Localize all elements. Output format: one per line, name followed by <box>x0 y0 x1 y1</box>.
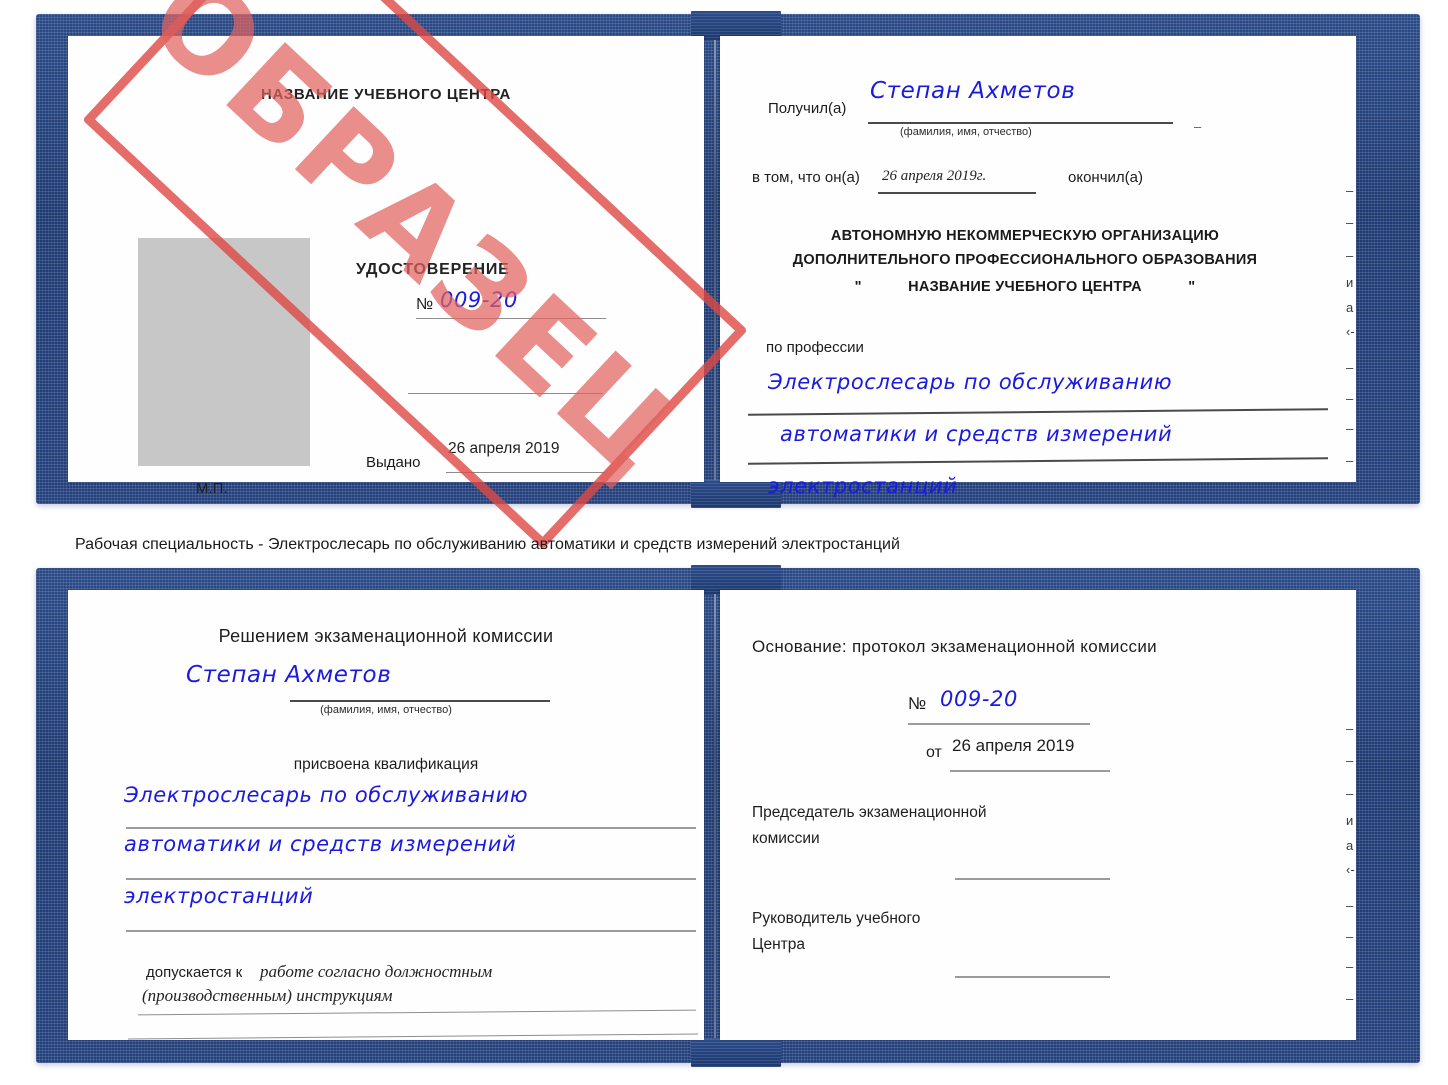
edge-fragment: – <box>1346 991 1354 1006</box>
top-left-page: НАЗВАНИЕ УЧЕБНОГО ЦЕНТРА УДОСТОВЕРЕНИЕ №… <box>68 36 704 497</box>
finished-label: окончил(а) <box>1068 169 1143 186</box>
commission-name-value: Степан Ахметов <box>186 662 392 688</box>
qualification-line-3: электростанций <box>124 884 314 908</box>
head-signature-rule <box>955 976 1110 978</box>
edge-fragment: и <box>1346 813 1354 828</box>
received-rule <box>868 122 1173 124</box>
document-type-title: УДОСТОВЕРЕНИЕ <box>356 261 510 278</box>
edge-fragment: и <box>1346 275 1354 290</box>
admitted-label: допускается к <box>146 964 243 981</box>
admitted-value-line-2: (производственным) инструкциям <box>142 986 393 1005</box>
commission-decision-title: Решением экзаменационной комиссии <box>218 626 554 646</box>
edge-fragment: – <box>1346 215 1354 230</box>
org-name-line-1: АВТОНОМНУЮ НЕКОММЕРЧЕСКУЮ ОРГАНИЗАЦИЮ <box>830 228 1220 244</box>
profession-line-2: автоматики и средств измерений <box>780 422 1173 446</box>
edge-fragment: – <box>1346 898 1354 913</box>
admitted-rule-1 <box>138 1009 696 1016</box>
edge-fragment: – <box>1346 391 1354 406</box>
org-quote-close: " <box>1188 279 1196 295</box>
admitted-value-line-1: работе согласно должностным <box>260 962 493 981</box>
protocol-number-symbol: № <box>908 694 927 713</box>
certificate-book-bottom: Решением экзаменационной комиссии Степан… <box>36 565 1420 1067</box>
issued-label: Выдано <box>366 454 421 471</box>
received-name-value: Степан Ахметов <box>870 78 1076 104</box>
in-that-label: в том, что он(а) <box>752 169 860 186</box>
in-that-rule <box>878 192 1036 194</box>
edge-fragment: – <box>1346 360 1354 375</box>
number-symbol: № <box>416 296 434 313</box>
admitted-rule-2 <box>128 1033 698 1040</box>
edge-dash-a: – <box>1194 119 1202 134</box>
protocol-date-prefix: от <box>926 744 942 761</box>
profession-label: по профессии <box>766 339 864 356</box>
protocol-number-value: 009-20 <box>940 687 1018 711</box>
protocol-number-rule <box>908 723 1090 725</box>
number-rule <box>416 318 606 319</box>
chairman-label-line-1: Председатель экзаменационной <box>752 804 987 821</box>
fio-hint-bottom: (фамилия, имя, отчество) <box>320 704 452 716</box>
received-label: Получил(а) <box>768 100 847 117</box>
profession-rule-1 <box>748 408 1328 416</box>
book2-bottom-tab <box>691 1039 781 1067</box>
chairman-signature-rule <box>955 878 1110 880</box>
edge-fragment: – <box>1346 721 1354 736</box>
org-quote-open: " <box>854 279 862 295</box>
profession-rule-2 <box>748 457 1328 465</box>
photo-placeholder <box>138 238 310 466</box>
head-label-line-1: Руководитель учебного <box>752 910 921 927</box>
certificate-book-top: НАЗВАНИЕ УЧЕБНОГО ЦЕНТРА УДОСТОВЕРЕНИЕ №… <box>36 11 1420 508</box>
edge-fragment: – <box>1346 248 1354 263</box>
training-center-title: НАЗВАНИЕ УЧЕБНОГО ЦЕНТРА <box>261 86 511 103</box>
head-label-line-2: Центра <box>752 936 805 953</box>
protocol-date-value: 26 апреля 2019 <box>952 736 1075 755</box>
blank-rule-1 <box>408 393 603 394</box>
edge-fragment: ‹- <box>1346 862 1355 877</box>
book-spine-bottom <box>714 594 716 1038</box>
edge-fragment: а <box>1346 300 1354 315</box>
qualification-rule-2 <box>126 878 696 880</box>
qualification-line-2: автоматики и средств измерений <box>124 832 517 856</box>
edge-fragment: – <box>1346 786 1354 801</box>
issued-rule <box>446 472 606 473</box>
org-name-line-3: НАЗВАНИЕ УЧЕБНОГО ЦЕНТРА <box>908 279 1142 295</box>
profession-line-3: электростанций <box>768 474 958 498</box>
qualification-rule-3 <box>126 930 696 932</box>
qualification-rule-1 <box>126 827 696 829</box>
protocol-date-rule <box>950 770 1110 772</box>
org-name-line-2: ДОПОЛНИТЕЛЬНОГО ПРОФЕССИОНАЛЬНОГО ОБРАЗО… <box>792 252 1258 268</box>
qualification-label: присвоена квалификация <box>293 756 479 773</box>
in-that-date-value: 26 апреля 2019г. <box>882 168 987 184</box>
seal-place-label: М.П. <box>196 480 228 497</box>
edge-fragment: – <box>1346 929 1354 944</box>
issued-date-value: 26 апреля 2019 <box>448 440 560 457</box>
fio-hint-top: (фамилия, имя, отчество) <box>900 126 1032 138</box>
profession-line-1: Электрослесарь по обслуживанию <box>768 370 1173 394</box>
qualification-line-1: Электрослесарь по обслуживанию <box>124 783 529 807</box>
bottom-right-page: Основание: протокол экзаменационной коми… <box>720 590 1356 1040</box>
bottom-left-page: Решением экзаменационной комиссии Степан… <box>68 590 704 1040</box>
edge-fragment: ‹- <box>1346 324 1355 339</box>
page-caption: Рабочая специальность - Электрослесарь п… <box>75 536 900 553</box>
edge-fragment: – <box>1346 421 1354 436</box>
edge-fragment: – <box>1346 753 1354 768</box>
edge-fragment: – <box>1346 183 1354 198</box>
book-spine-top <box>714 40 716 480</box>
basis-label: Основание: протокол экзаменационной коми… <box>752 637 1157 656</box>
edge-fragment: – <box>1346 453 1354 468</box>
commission-name-rule <box>290 700 550 702</box>
chairman-label-line-2: комиссии <box>752 830 820 847</box>
edge-fragment: – <box>1346 959 1354 974</box>
certificate-number-value: 009-20 <box>440 288 518 312</box>
top-right-page: Получил(а) Степан Ахметов (фамилия, имя,… <box>720 36 1356 498</box>
edge-fragment: а <box>1346 838 1354 853</box>
